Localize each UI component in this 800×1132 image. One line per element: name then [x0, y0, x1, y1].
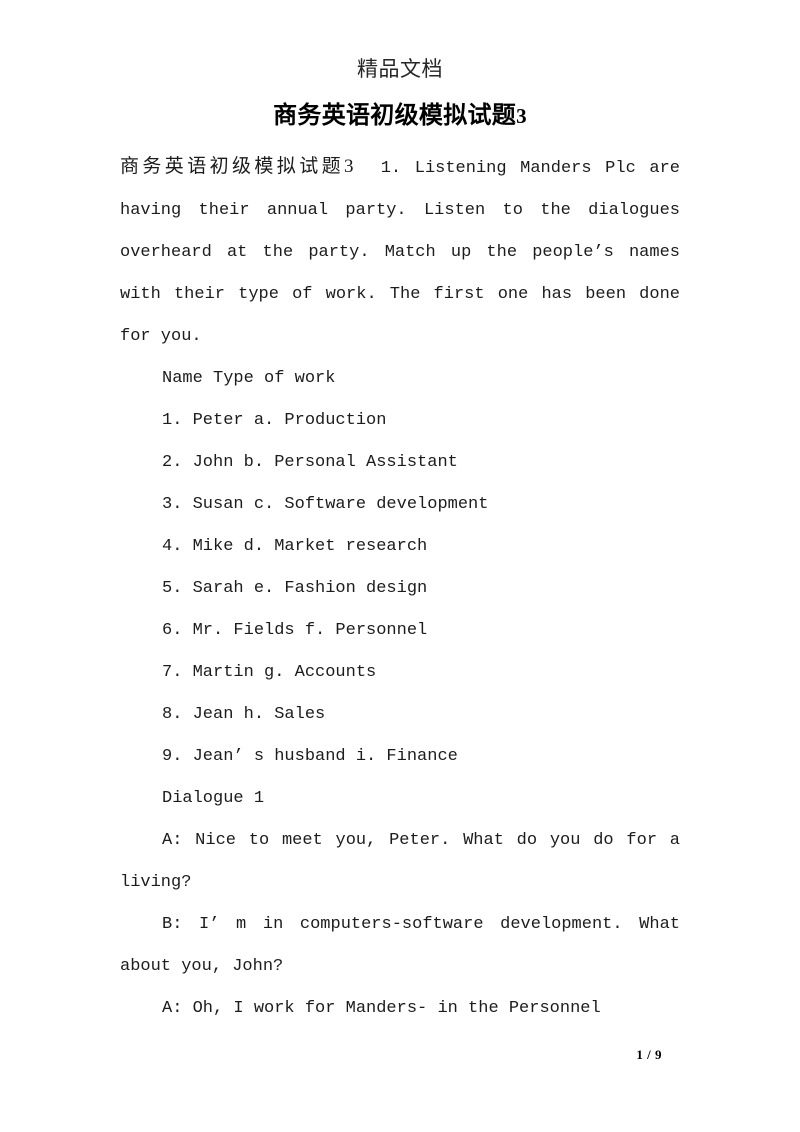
dialogue-line: A: Oh, I work for Manders- in the Person… — [162, 999, 601, 1018]
match-item: 2. John b. Personal Assistant — [162, 453, 458, 472]
match-item: 4. Mike d. Market research — [162, 537, 428, 556]
running-header: 精品文档 — [357, 57, 443, 81]
page-title: 商务英语初级模拟试题3 — [0, 98, 800, 133]
page-title-number: 3 — [516, 104, 527, 128]
intro-paragraph: 商务英语初级模拟试题3 1. Listening Manders Plc are… — [120, 146, 680, 358]
page-title-text: 商务英语初级模拟试题 — [273, 101, 517, 129]
intro-cjk-prefix: 商务英语初级模拟试题3 — [120, 156, 354, 177]
document-body: 商务英语初级模拟试题3 1. Listening Manders Plc are… — [120, 146, 680, 1030]
page-number: 1 / 9 — [636, 1047, 662, 1062]
dialogue-heading: Dialogue 1 — [162, 789, 265, 808]
dialogue-line: B: I’ m in computers-software developmen… — [120, 915, 680, 976]
document-page: 精品文档 商务英语初级模拟试题3 商务英语初级模拟试题3 1. Listenin… — [0, 0, 800, 1132]
match-item: 8. Jean h. Sales — [162, 705, 326, 724]
match-item: 7. Martin g. Accounts — [162, 663, 377, 682]
table-column-header: Name Type of work — [162, 369, 336, 388]
intro-english-text: 1. Listening Manders Plc are having thei… — [120, 159, 680, 346]
match-item: 1. Peter a. Production — [162, 411, 387, 430]
match-item: 9. Jean’ s husband i. Finance — [162, 747, 458, 766]
match-item: 5. Sarah e. Fashion design — [162, 579, 428, 598]
dialogue-line: A: Nice to meet you, Peter. What do you … — [120, 831, 680, 892]
match-item: 6. Mr. Fields f. Personnel — [162, 621, 428, 640]
match-item: 3. Susan c. Software development — [162, 495, 489, 514]
